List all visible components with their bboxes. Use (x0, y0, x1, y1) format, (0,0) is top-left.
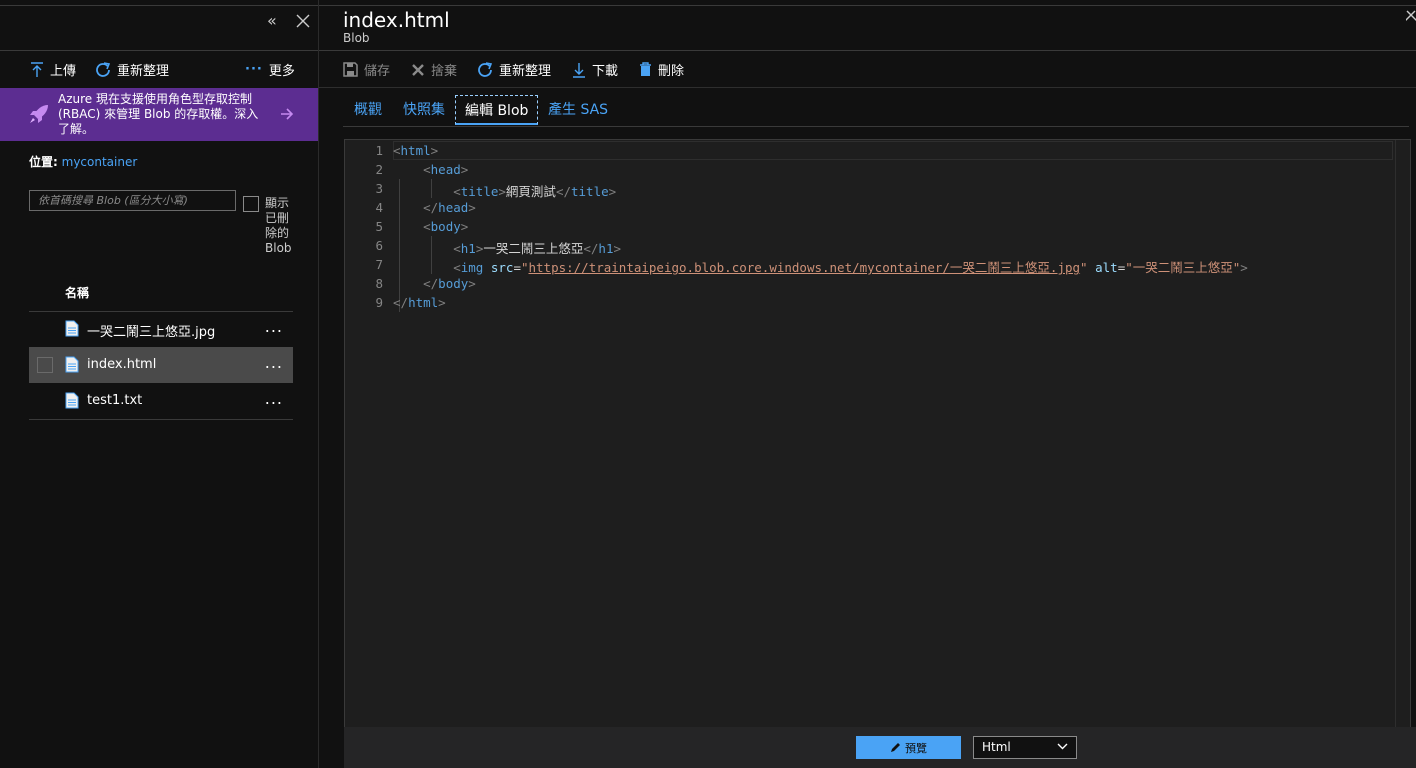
rbac-banner[interactable]: Azure 現在支援使用角色型存取控制 (RBAC) 來管理 Blob 的存取權… (0, 88, 318, 141)
save-label: 儲存 (364, 64, 391, 79)
refresh-label: 重新整理 (499, 64, 552, 79)
page-title: index.html (343, 8, 450, 32)
more-button[interactable]: ··· 更多 (245, 60, 295, 79)
delete-button[interactable]: 刪除 (639, 60, 684, 79)
blob-list-pane: « 上傳 重新整理 ··· 更多 Azure 現在支援使用角色型存取控制 (RB… (0, 0, 319, 768)
location-link[interactable]: mycontainer (62, 155, 138, 169)
table-row[interactable]: test1.txt ... (29, 383, 293, 419)
code-line: </body> (423, 276, 476, 291)
code-line: <body> (423, 219, 469, 234)
code-editor[interactable]: 1 2 3 4 5 6 7 8 9 <html> <head> <title>網… (344, 139, 1411, 728)
code-line: <h1>一哭二鬧三上悠亞</h1> (453, 241, 622, 256)
page-subtitle: Blob (343, 31, 370, 45)
code-line: <html> (393, 143, 439, 158)
download-label: 下載 (592, 64, 619, 79)
banner-text: Azure 現在支援使用角色型存取控制 (RBAC) 來管理 Blob 的存取權… (58, 92, 259, 136)
discard-label: 捨棄 (431, 64, 458, 79)
arrow-right-icon[interactable] (280, 108, 294, 120)
delete-label: 刪除 (658, 64, 685, 79)
rocket-icon (30, 105, 48, 123)
language-value: Html (982, 740, 1011, 754)
tab-edit-blob[interactable]: 編輯 Blob (455, 95, 539, 125)
delete-icon (640, 62, 651, 76)
row-more-button[interactable]: ... (265, 389, 283, 408)
blob-detail-pane: index.html Blob 儲存 捨棄 重新整理 下載 刪除 概觀 快照集 … (319, 0, 1416, 768)
language-select[interactable]: Html (973, 736, 1077, 759)
chevron-down-icon (1057, 743, 1068, 750)
file-name: 一哭二鬧三上悠亞.jpg (87, 325, 216, 340)
table-row[interactable]: 一哭二鬧三上悠亞.jpg ... (29, 311, 293, 347)
editor-scrollbar[interactable] (1395, 140, 1410, 727)
title-text: 網頁測試 (505, 184, 556, 199)
toolbar-bottom-divider (319, 87, 1416, 88)
code-line: </head> (423, 200, 476, 215)
pencil-icon (891, 743, 900, 752)
row-checkbox[interactable] (37, 357, 53, 373)
download-icon (573, 62, 585, 78)
table-row[interactable]: index.html ... (29, 347, 293, 383)
current-line-highlight (393, 141, 1393, 160)
upload-label: 上傳 (50, 64, 77, 79)
column-header-name[interactable]: 名稱 (65, 284, 89, 301)
more-icon: ··· (245, 62, 263, 77)
location: 位置: mycontainer (29, 153, 137, 170)
row-more-button[interactable]: ... (265, 353, 283, 372)
h1-text: 一哭二鬧三上悠亞 (483, 241, 584, 256)
collapse-icon[interactable]: « (267, 11, 277, 30)
code-line: <title>網頁測試</title> (453, 184, 617, 199)
line-number: 8 (375, 276, 383, 291)
tab-overview[interactable]: 概觀 (354, 95, 382, 125)
top-border (0, 5, 318, 6)
preview-label: 預覽 (905, 741, 927, 755)
refresh-icon (478, 61, 493, 77)
discard-icon (412, 63, 424, 76)
line-number: 7 (375, 257, 383, 272)
line-number: 1 (375, 143, 383, 158)
refresh-button[interactable]: 重新整理 (477, 60, 551, 79)
location-label: 位置: (29, 155, 58, 169)
code-line: <head> (423, 162, 469, 177)
toolbar-divider (0, 50, 318, 51)
show-deleted-checkbox[interactable] (243, 196, 259, 212)
tab-generate-sas[interactable]: 產生 SAS (548, 95, 608, 125)
table-bottom-divider (29, 419, 293, 420)
line-number: 9 (375, 295, 383, 310)
top-border (319, 5, 1416, 6)
preview-button[interactable]: 預覽 (856, 736, 961, 759)
upload-button[interactable]: 上傳 (30, 60, 76, 79)
upload-icon (31, 61, 43, 77)
line-number: 5 (375, 219, 383, 234)
line-number: 2 (375, 162, 383, 177)
row-more-button[interactable]: ... (265, 317, 283, 336)
refresh-icon (96, 61, 111, 77)
more-label: 更多 (268, 64, 295, 79)
line-number: 6 (375, 238, 383, 253)
discard-button[interactable]: 捨棄 (411, 60, 457, 79)
line-number: 4 (375, 200, 383, 215)
refresh-button[interactable]: 重新整理 (95, 60, 169, 79)
code-line: </html> (393, 295, 446, 310)
close-icon[interactable] (296, 14, 310, 28)
show-deleted-label: 顯示已刪除的Blob (265, 196, 292, 255)
save-icon (343, 62, 358, 77)
file-icon (65, 356, 79, 373)
line-number: 3 (375, 181, 383, 196)
download-button[interactable]: 下載 (572, 60, 618, 79)
save-button[interactable]: 儲存 (343, 60, 390, 79)
tab-snapshots[interactable]: 快照集 (403, 95, 445, 125)
refresh-label: 重新整理 (117, 64, 170, 79)
search-input[interactable] (29, 190, 236, 211)
close-icon[interactable] (1406, 10, 1416, 24)
toolbar-divider (319, 50, 1416, 51)
img-alt-value: 一哭二鬧三上悠亞 (1132, 260, 1233, 275)
file-name: index.html (87, 357, 157, 372)
code-line: <img src="https://traintaipeigo.blob.cor… (453, 260, 1248, 275)
file-icon (65, 320, 79, 337)
file-icon (65, 392, 79, 409)
img-src-link[interactable]: https://traintaipeigo.blob.core.windows.… (529, 260, 1081, 275)
file-name: test1.txt (87, 393, 143, 408)
tabs-divider (343, 126, 1409, 127)
